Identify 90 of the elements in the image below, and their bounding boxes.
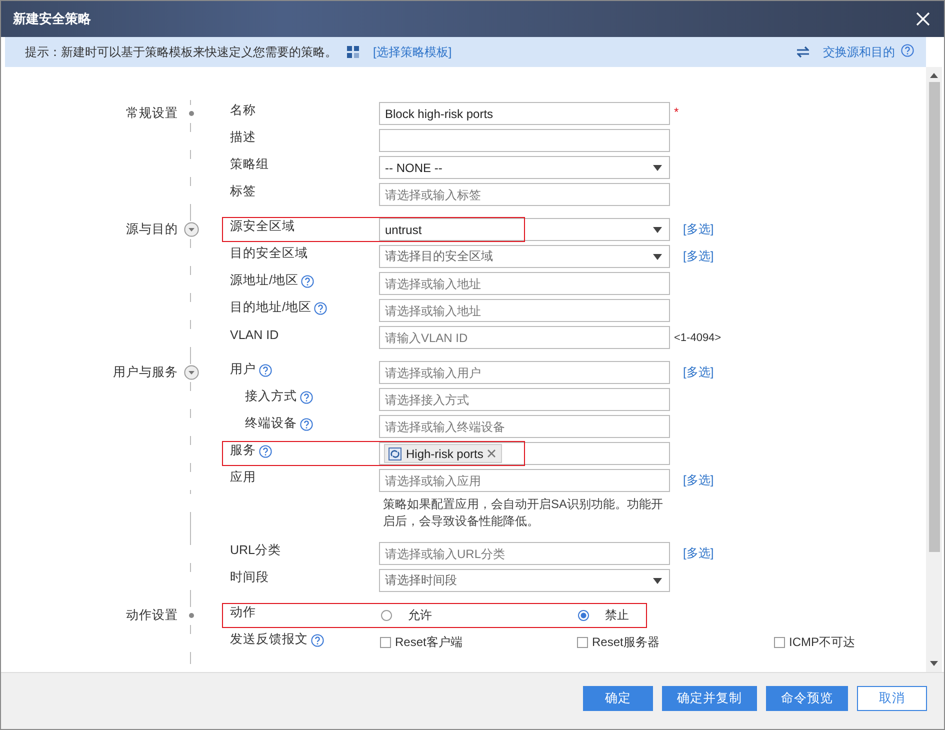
field-label: 源地址/地区 xyxy=(230,272,298,289)
option-label: 禁止 xyxy=(605,607,629,624)
option-label: Reset客户端 xyxy=(395,634,462,651)
required-mark: * xyxy=(674,104,679,118)
multi-select-link[interactable]: [多选] xyxy=(683,221,714,238)
option-label: Reset服务器 xyxy=(592,634,660,651)
input-field[interactable]: 请选择接入方式 xyxy=(379,388,670,411)
dialog-button[interactable]: 取消 xyxy=(857,686,927,710)
range-hint: <1-4094> xyxy=(674,332,722,344)
input-field[interactable]: 请选择或输入应用 xyxy=(379,469,670,492)
help-icon[interactable] xyxy=(300,418,313,431)
help-icon[interactable] xyxy=(259,364,272,377)
multi-select-link[interactable]: [多选] xyxy=(683,364,714,381)
dropdown-caret-icon xyxy=(653,254,662,260)
section-label: 用户与服务 xyxy=(113,365,178,379)
section-label: 源与目的 xyxy=(126,222,178,236)
field-label: 源安全区域 xyxy=(230,218,295,235)
input-field[interactable]: 请输入VLAN ID xyxy=(379,326,670,349)
help-icon[interactable] xyxy=(314,302,328,315)
collapse-toggle-icon[interactable] xyxy=(184,222,198,237)
dropdown-caret-icon xyxy=(653,226,662,232)
help-icon[interactable] xyxy=(311,634,324,647)
swap-link[interactable]: 交换源和目的 xyxy=(823,44,895,60)
input-field[interactable] xyxy=(379,129,670,152)
field-label: 终端设备 xyxy=(245,415,297,432)
input-field[interactable]: 请选择或输入用户 xyxy=(379,361,670,384)
input-field[interactable]: 请选择或输入URL分类 xyxy=(379,542,670,565)
radio-button[interactable] xyxy=(381,610,392,621)
template-link[interactable]: [选择策略模板] xyxy=(373,44,452,60)
collapse-toggle-icon[interactable] xyxy=(184,365,198,380)
dialog-button[interactable]: 确定 xyxy=(583,686,653,710)
service-tag: High-risk ports xyxy=(384,444,502,463)
scrollbar[interactable] xyxy=(926,67,942,672)
help-icon[interactable] xyxy=(301,275,314,288)
field-label: 发送反馈报文 xyxy=(230,631,308,648)
field-label: 策略组 xyxy=(230,156,269,173)
hint-text: 提示：新建时可以基于策略模板来快速定义您需要的策略。 xyxy=(25,44,337,60)
checkbox[interactable] xyxy=(577,637,588,648)
note-text: 策略如果配置应用，会自动开启SA识别功能。功能开启后，会导致设备性能降低。 xyxy=(382,496,664,530)
input-field[interactable]: 请选择或输入地址 xyxy=(379,272,670,295)
swap-icon xyxy=(797,46,809,58)
input-field[interactable]: 请选择或输入终端设备 xyxy=(379,415,670,438)
dialog-button[interactable]: 确定并复制 xyxy=(662,686,757,710)
multi-select-link[interactable]: [多选] xyxy=(683,545,714,562)
field-label: 动作 xyxy=(230,604,256,621)
grid-icon xyxy=(347,46,359,58)
section-label: 动作设置 xyxy=(126,608,178,622)
remove-icon[interactable] xyxy=(487,449,496,458)
scroll-down-icon[interactable] xyxy=(930,661,938,666)
input-field[interactable]: 请选择或输入标签 xyxy=(379,183,670,206)
section-label: 常规设置 xyxy=(126,106,178,120)
tag-input-field[interactable]: High-risk ports xyxy=(379,442,670,465)
field-label: 描述 xyxy=(230,129,256,146)
help-icon[interactable] xyxy=(300,391,313,404)
help-icon[interactable] xyxy=(259,445,272,458)
checkbox[interactable] xyxy=(774,637,785,648)
multi-select-link[interactable]: [多选] xyxy=(683,248,714,265)
radio-button[interactable] xyxy=(578,610,589,621)
dropdown-field[interactable]: -- NONE -- xyxy=(379,156,670,179)
dropdown-field[interactable]: 请选择目的安全区域 xyxy=(379,245,670,268)
timeline-dot-icon xyxy=(188,111,194,116)
dropdown-field[interactable]: untrust xyxy=(379,218,670,241)
window-title: 新建安全策略 xyxy=(13,10,92,28)
dropdown-caret-icon xyxy=(653,164,662,170)
multi-select-link[interactable]: [多选] xyxy=(683,472,714,489)
service-icon xyxy=(388,446,402,460)
option-label: 允许 xyxy=(408,607,432,624)
field-label: 用户 xyxy=(230,361,256,378)
scrollbar-thumb[interactable] xyxy=(928,82,940,552)
dropdown-field[interactable]: 请选择时间段 xyxy=(379,569,670,592)
field-label: 目的安全区域 xyxy=(230,245,308,262)
field-label: 接入方式 xyxy=(245,388,297,405)
field-label: 服务 xyxy=(230,442,256,459)
field-label: 应用 xyxy=(230,469,256,486)
field-label: URL分类 xyxy=(230,542,282,559)
close-icon[interactable] xyxy=(916,12,930,26)
field-label: 标签 xyxy=(230,183,256,200)
field-label: 目的地址/地区 xyxy=(230,299,312,316)
dropdown-caret-icon xyxy=(653,578,662,584)
timeline-dot-icon xyxy=(188,613,194,618)
field-label: 名称 xyxy=(230,102,256,119)
checkbox[interactable] xyxy=(380,637,391,648)
field-label: VLAN ID xyxy=(230,328,279,342)
dialog-button[interactable]: 命令预览 xyxy=(766,686,848,710)
scroll-up-icon[interactable] xyxy=(930,73,938,78)
help-icon[interactable] xyxy=(901,44,914,56)
input-field[interactable]: Block high-risk ports xyxy=(379,102,670,125)
option-label: ICMP不可达 xyxy=(789,634,855,651)
field-label: 时间段 xyxy=(230,569,269,586)
input-field[interactable]: 请选择或输入地址 xyxy=(379,299,670,322)
